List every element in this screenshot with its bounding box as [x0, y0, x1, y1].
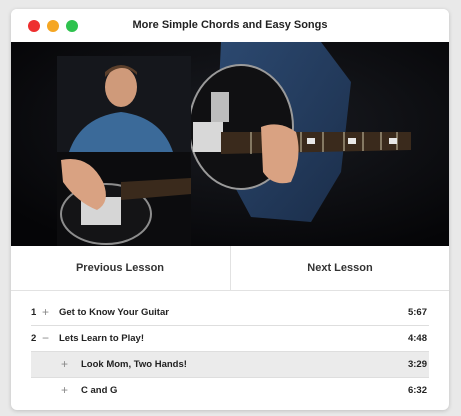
previous-lesson-button[interactable]: Previous Lesson [11, 246, 229, 290]
video-player[interactable] [11, 42, 449, 246]
window-title: More Simple Chords and Easy Songs [132, 19, 328, 31]
lesson-number: 1 [31, 307, 37, 318]
lesson-item[interactable]: 1 + Get to Know Your Guitar 5:67 [31, 300, 429, 326]
sublesson-item-selected[interactable]: + Look Mom, Two Hands! 3:29 [31, 352, 429, 378]
lesson-duration: 4:48 [407, 333, 427, 344]
lesson-title: Get to Know Your Guitar [59, 307, 169, 318]
lesson-title: C and G [81, 385, 118, 396]
lesson-duration: 3:29 [407, 359, 427, 370]
expand-icon[interactable]: + [61, 357, 68, 371]
lesson-navigation: Previous Lesson Next Lesson [11, 246, 449, 291]
sublesson-item[interactable]: + C and G 6:32 [31, 378, 429, 403]
lesson-item[interactable]: 2 − Lets Learn to Play! 4:48 [31, 326, 429, 352]
next-lesson-button[interactable]: Next Lesson [230, 246, 449, 290]
lesson-title: Look Mom, Two Hands! [81, 359, 187, 370]
collapse-icon[interactable]: − [42, 331, 49, 345]
lesson-duration: 5:67 [407, 307, 427, 318]
title-bar: More Simple Chords and Easy Songs [11, 9, 449, 42]
lesson-duration: 6:32 [407, 385, 427, 396]
lesson-title: Lets Learn to Play! [59, 333, 144, 344]
expand-icon[interactable]: + [42, 305, 49, 319]
app-window: More Simple Chords and Easy Songs Previo… [11, 9, 449, 410]
lesson-video-frame [11, 42, 449, 246]
lesson-number: 2 [31, 333, 37, 344]
expand-icon[interactable]: + [61, 383, 68, 397]
